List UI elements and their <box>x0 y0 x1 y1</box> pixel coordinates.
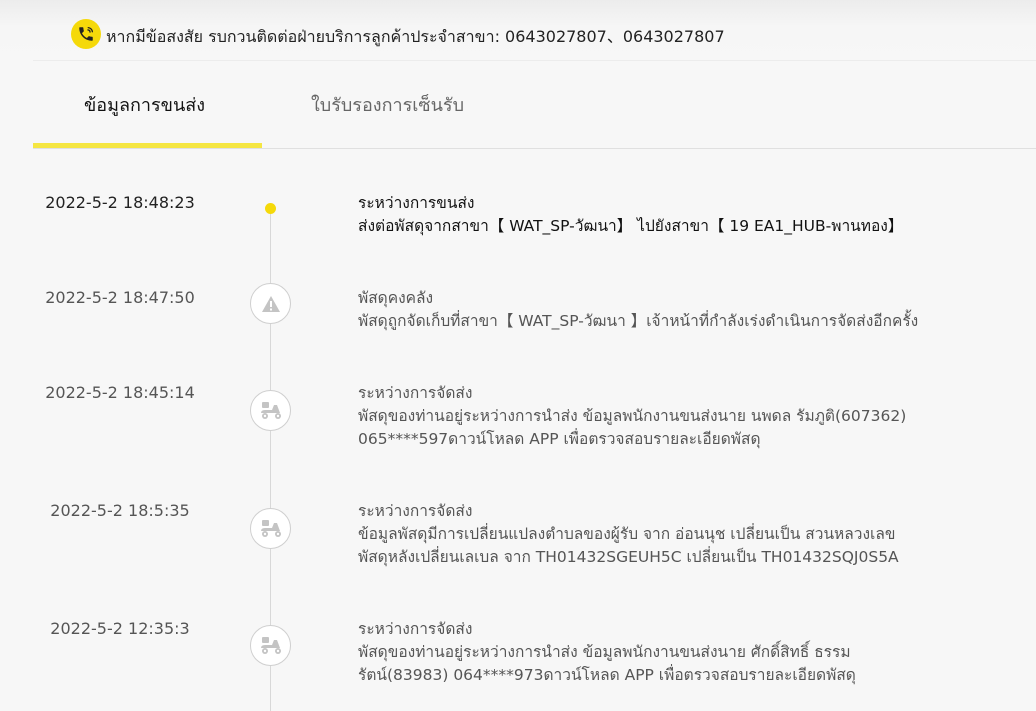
event-time: 2022-5-2 12:35:3 <box>50 619 190 638</box>
event-time: 2022-5-2 18:47:50 <box>45 288 195 307</box>
event-description: พัสดุหลังเปลี่ยนเลเบล จาก TH01432SGEUH5C… <box>358 548 899 566</box>
scooter-icon <box>250 625 291 666</box>
event-description: พัสดุของท่านอยู่ระหว่างการนำส่ง ข้อมูลพน… <box>358 643 851 661</box>
event-description: 065****597ดาวน์โหลด APP เพื่อตรวจสอบรายล… <box>358 430 761 448</box>
customer-service-notice: หากมีข้อสงสัย รบกวนติดต่อฝ่ายบริการลูกค้… <box>106 27 725 46</box>
current-status-dot <box>265 203 276 214</box>
header-divider <box>33 60 1036 61</box>
event-description: พัสดุของท่านอยู่ระหว่างการนำส่ง ข้อมูลพน… <box>358 407 907 425</box>
event-description: ส่งต่อพัสดุจากสาขา【 WAT_SP-วัฒนา】 ไปยังส… <box>358 217 904 235</box>
event-time: 2022-5-2 18:5:35 <box>50 501 190 520</box>
event-time: 2022-5-2 18:45:14 <box>45 383 195 402</box>
event-description: พัสดุถูกจัดเก็บที่สาขา【 WAT_SP-วัฒนา 】เจ… <box>358 312 919 330</box>
warning-icon <box>250 283 291 324</box>
phone-icon <box>71 19 101 49</box>
timeline-event: ระหว่างการจัดส่ง พัสดุของท่านอยู่ระหว่าง… <box>358 382 1028 451</box>
timeline-event: ระหว่างการจัดส่ง พัสดุของท่านอยู่ระหว่าง… <box>358 618 1028 687</box>
event-status: ระหว่างการจัดส่ง <box>358 502 473 520</box>
tab-delivery-receipt[interactable]: ใบรับรองการเซ็นรับ <box>311 90 464 119</box>
active-tab-indicator <box>33 143 262 148</box>
event-time: 2022-5-2 18:48:23 <box>45 193 195 212</box>
event-status: พัสดุคงคลัง <box>358 289 434 307</box>
scooter-icon <box>250 508 291 549</box>
timeline-event: ระหว่างการขนส่ง ส่งต่อพัสดุจากสาขา【 WAT_… <box>358 192 1028 238</box>
event-status: ระหว่างการจัดส่ง <box>358 384 473 402</box>
event-description: รัตน์(83983) 064****973ดาวน์โหลด APP เพื… <box>358 666 856 684</box>
event-description: ข้อมูลพัสดุมีการเปลี่ยนแปลงตำบลของผู้รับ… <box>358 525 896 543</box>
tabs-divider <box>33 148 1036 149</box>
notice-bar: หากมีข้อสงสัย รบกวนติดต่อฝ่ายบริการลูกค้… <box>0 0 1036 60</box>
timeline-event: ระหว่างการจัดส่ง ข้อมูลพัสดุมีการเปลี่ยน… <box>358 500 1028 569</box>
scooter-icon <box>250 390 291 431</box>
timeline-event: พัสดุคงคลัง พัสดุถูกจัดเก็บที่สาขา【 WAT_… <box>358 287 1028 333</box>
event-status: ระหว่างการขนส่ง <box>358 194 475 212</box>
event-status: ระหว่างการจัดส่ง <box>358 620 473 638</box>
tab-shipping-info[interactable]: ข้อมูลการขนส่ง <box>84 90 205 119</box>
